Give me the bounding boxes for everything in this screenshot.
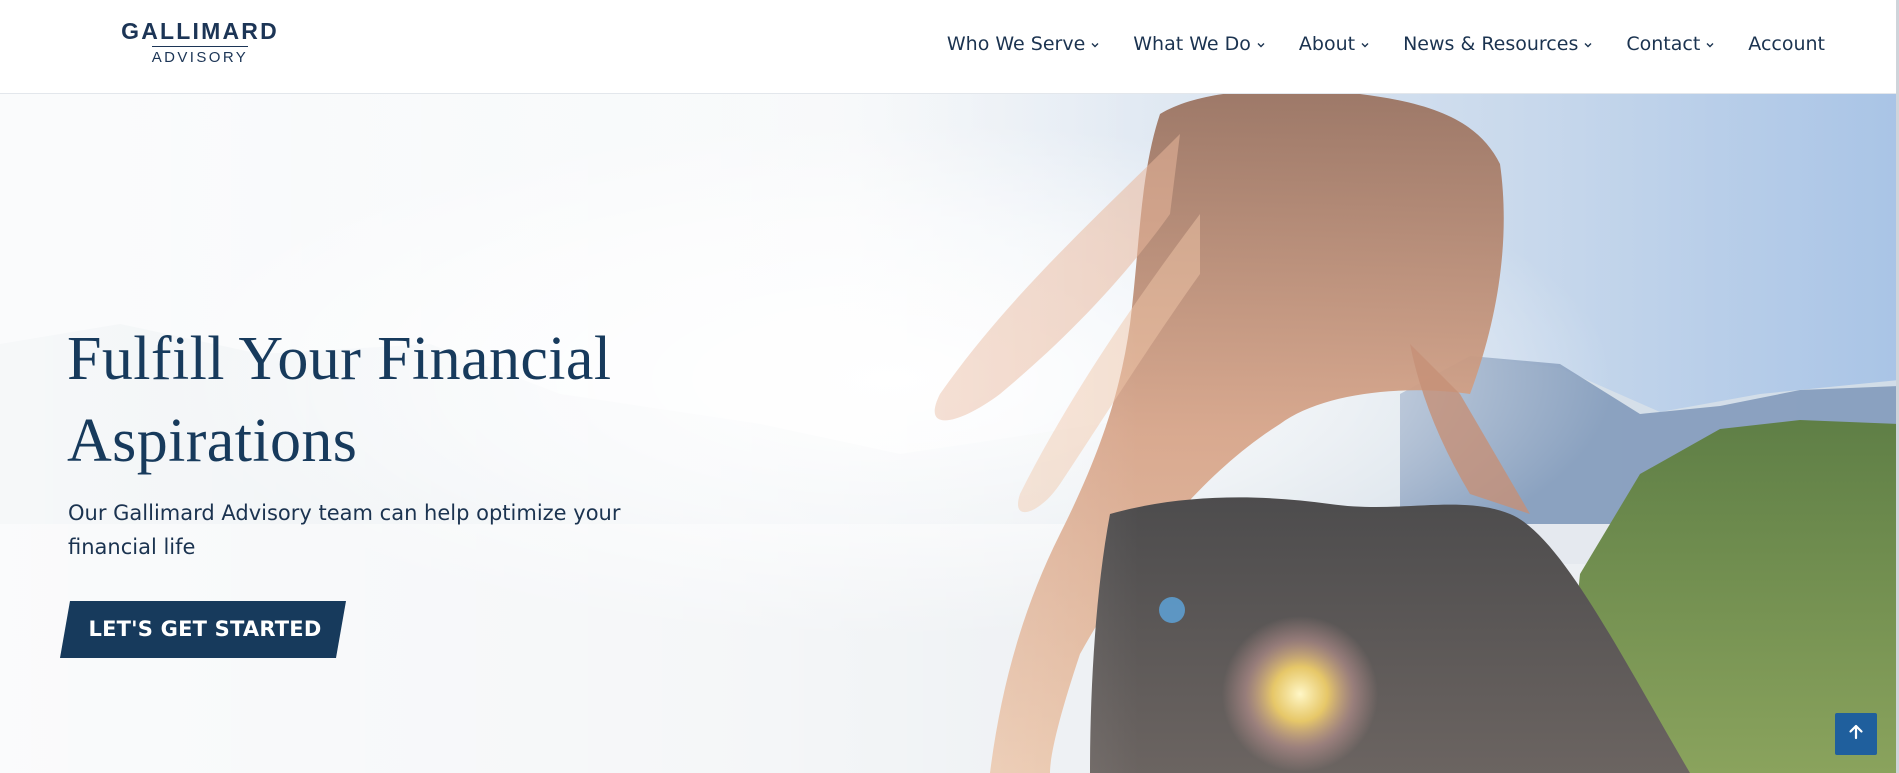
- cta-label: LET'S GET STARTED: [88, 617, 322, 641]
- chevron-down-icon: [1360, 40, 1370, 50]
- main-nav: Who We Serve What We Do About News & Res…: [947, 33, 1825, 55]
- chevron-down-icon: [1583, 40, 1593, 50]
- get-started-button[interactable]: LET'S GET STARTED: [60, 601, 346, 658]
- chevron-down-icon: [1090, 40, 1100, 50]
- nav-item-news-resources[interactable]: News & Resources: [1403, 33, 1593, 55]
- site-header: GALLIMARD ADVISORY Who We Serve What We …: [0, 0, 1899, 94]
- hero-title: Fulfill Your Financial Aspirations: [67, 325, 612, 475]
- nav-item-what-we-do[interactable]: What We Do: [1133, 33, 1266, 55]
- nav-item-label: Contact: [1626, 33, 1701, 55]
- chevron-down-icon: [1256, 40, 1266, 50]
- back-to-top-button[interactable]: [1835, 713, 1877, 755]
- brand-subtitle: ADVISORY: [151, 49, 249, 66]
- arrow-up-icon: [1846, 722, 1866, 746]
- nav-item-label: About: [1298, 33, 1356, 55]
- chevron-down-icon: [1705, 40, 1715, 50]
- nav-item-label: News & Resources: [1403, 33, 1579, 55]
- nav-item-label: Account: [1748, 33, 1825, 55]
- brand-logo[interactable]: GALLIMARD ADVISORY: [119, 18, 281, 66]
- nav-item-label: What We Do: [1133, 33, 1251, 55]
- logo-divider: [152, 46, 248, 47]
- hero-subtitle: Our Gallimard Advisory team can help opt…: [68, 501, 621, 559]
- nav-item-contact[interactable]: Contact: [1626, 33, 1715, 55]
- nav-item-account[interactable]: Account: [1748, 33, 1825, 55]
- hero-section: Fulfill Your Financial Aspirations Our G…: [0, 94, 1899, 773]
- nav-item-label: Who We Serve: [946, 33, 1086, 55]
- brand-name: GALLIMARD: [121, 18, 279, 44]
- nav-item-about[interactable]: About: [1299, 33, 1370, 55]
- nav-item-who-we-serve[interactable]: Who We Serve: [947, 33, 1100, 55]
